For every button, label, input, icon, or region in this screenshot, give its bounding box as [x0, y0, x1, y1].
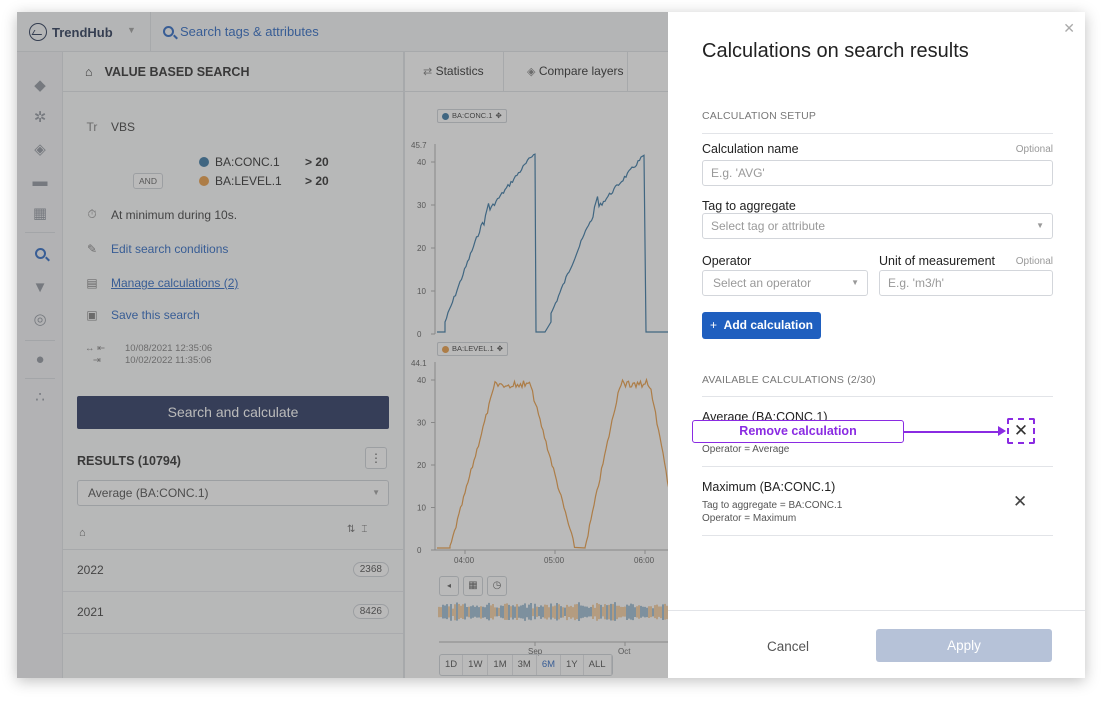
cancel-button[interactable]: Cancel: [728, 632, 848, 662]
calc-item-operator: Operator = Average: [702, 444, 790, 455]
calc-name-label: Calculation name: [702, 142, 799, 156]
select-placeholder: Select an operator: [713, 276, 812, 290]
operator-label: Operator: [702, 254, 752, 268]
optional-hint: Optional: [1015, 256, 1053, 267]
calc-item-name: Maximum (BA:CONC.1): [702, 480, 836, 494]
annotation-line: [904, 431, 1002, 433]
tag-label: Tag to aggregate: [702, 199, 796, 213]
calc-item-operator: Operator = Maximum: [702, 513, 797, 524]
chevron-down-icon: ▼: [1036, 221, 1044, 230]
unit-input[interactable]: E.g. 'm3/h': [879, 270, 1053, 296]
tag-select[interactable]: Select tag or attribute ▼: [702, 213, 1053, 239]
calc-item-tag: Tag to aggregate = BA:CONC.1: [702, 500, 843, 511]
plus-icon: +: [709, 318, 717, 332]
calc-name-input[interactable]: E.g. 'AVG': [702, 160, 1053, 186]
divider: [702, 396, 1053, 397]
optional-hint: Optional: [1015, 144, 1053, 155]
annotation-callout: Remove calculation: [692, 420, 904, 443]
button-label: Add calculation: [723, 318, 814, 332]
divider: [702, 535, 1053, 536]
divider: [702, 466, 1053, 467]
calculations-modal: ✕ Calculations on search results CALCULA…: [668, 12, 1085, 678]
setup-section-title: CALCULATION SETUP: [702, 110, 817, 122]
divider: [668, 610, 1085, 611]
remove-calculation-icon[interactable]: ✕: [1007, 418, 1035, 444]
app-frame: TrendHub ▼ Search tags & attributes ◆ ✲ …: [17, 12, 1085, 678]
operator-select[interactable]: Select an operator ▼: [702, 270, 868, 296]
available-section-title: AVAILABLE CALCULATIONS (2/30): [702, 374, 876, 386]
divider: [702, 133, 1053, 134]
apply-button[interactable]: Apply: [876, 629, 1052, 662]
select-placeholder: Select tag or attribute: [711, 219, 826, 233]
unit-label: Unit of measurement: [879, 254, 996, 268]
add-calculation-button[interactable]: + Add calculation: [702, 312, 821, 339]
chevron-down-icon: ▼: [851, 278, 859, 287]
remove-calculation-icon[interactable]: ✕: [1013, 492, 1027, 512]
modal-title: Calculations on search results: [702, 40, 969, 62]
close-icon[interactable]: ✕: [1063, 20, 1075, 37]
annotation-arrow-icon: [998, 426, 1006, 436]
